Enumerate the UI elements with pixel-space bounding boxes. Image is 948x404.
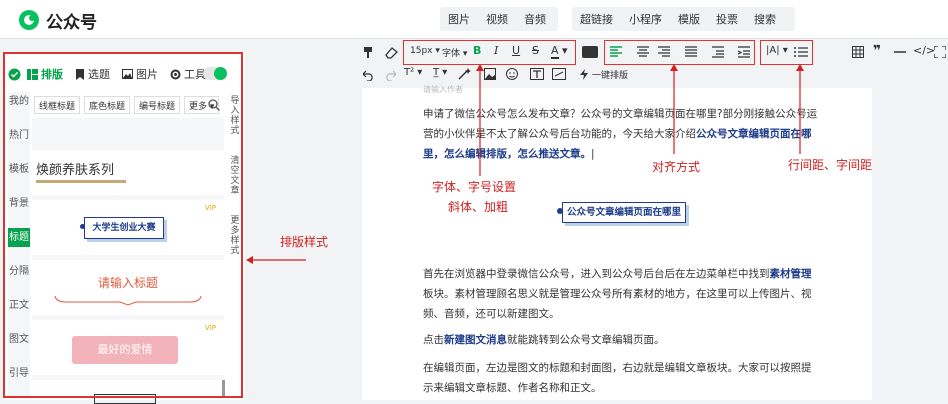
text-background-icon[interactable] — [582, 46, 598, 58]
nav-miniprogram[interactable]: 小程序 — [621, 11, 670, 27]
annotation-font: 字体、字号设置 — [432, 180, 517, 194]
annotation-spacing: 行间距、字间距 — [788, 158, 873, 172]
align-arrow — [670, 64, 678, 154]
annotation-layout: 排版样式 — [280, 235, 329, 249]
text-box-icon[interactable] — [530, 68, 544, 80]
highlight-box-panel — [3, 52, 243, 398]
editor-heading-box[interactable]: 公众号文章编辑页面在哪里 — [562, 202, 686, 223]
divider-icon[interactable] — [894, 50, 906, 54]
subscript-button[interactable]: T̲ ▾ — [433, 67, 447, 78]
nav-vote[interactable]: 投票 — [708, 11, 746, 27]
quote-icon[interactable]: ❞ — [873, 43, 881, 59]
annotation-align: 对齐方式 — [652, 160, 701, 174]
font-color-button[interactable]: A ▾ — [551, 44, 568, 59]
undo-icon[interactable] — [363, 69, 375, 81]
line-height-icon[interactable] — [794, 46, 808, 58]
emoji-icon[interactable] — [506, 68, 518, 80]
insert-link-icon[interactable] — [552, 68, 566, 80]
underline-button[interactable]: U — [512, 44, 520, 57]
font-family-value: 字体 — [442, 49, 461, 59]
code-icon[interactable]: </> — [913, 44, 935, 57]
para4-text: 在编辑页面，左边是图文的标题和封面图，右边就是编辑文章板块。大家可以按照提示来编… — [423, 362, 812, 394]
layout-arrow — [246, 256, 306, 264]
italic-button[interactable]: I — [494, 44, 498, 57]
font-family-select[interactable]: 字体 ▾ — [442, 46, 467, 59]
nav-search[interactable]: 搜索 — [746, 11, 784, 27]
font-arrow — [476, 64, 484, 176]
heading-dot — [557, 208, 563, 214]
one-key-layout-button[interactable]: 一键排版 — [592, 68, 628, 81]
logo-icon — [19, 10, 39, 30]
editor-paragraph-4[interactable]: 在编辑页面，左边是图文的标题和封面图，右边就是编辑文章板块。大家可以按照提示来编… — [423, 358, 818, 398]
align-left-icon[interactable] — [610, 46, 622, 58]
insert-nav: 超链接 小程序 模版 投票 搜索 — [572, 7, 795, 31]
editor-paragraph-3[interactable]: 点击新建图文消息就能跳转到公众号文章编辑页面。 — [423, 330, 818, 350]
para2-text: 首先在浏览器中登录微信公众号，进入到公众号后台后在左边菜单栏中找到 — [423, 268, 770, 280]
logo-text: 公众号 — [46, 13, 97, 33]
author-field[interactable]: 请输入作者 — [423, 84, 463, 95]
align-justify-icon[interactable] — [685, 46, 697, 58]
spacing-arrow — [796, 64, 804, 154]
table-icon[interactable] — [852, 46, 864, 58]
editor-paragraph-2[interactable]: 首先在浏览器中登录微信公众号，进入到公众号后台后在左边菜单栏中找到素材管理板块。… — [423, 264, 818, 324]
para2-rest: 板块。素材管理顾名思义就是管理公众号所有素材的地方，在这里可以上传图片、视频、音… — [423, 288, 812, 320]
font-size-value: 15px — [410, 46, 433, 56]
indent-icon[interactable] — [712, 46, 724, 58]
lightning-icon[interactable] — [579, 69, 589, 80]
outdent-icon[interactable] — [738, 46, 750, 58]
para3-bold: 新建图文消息 — [444, 334, 507, 346]
para3-rest: 就能跳转到公众号文章编辑页面。 — [507, 334, 665, 346]
fullscreen-icon[interactable] — [934, 46, 946, 58]
redo-icon[interactable] — [384, 69, 396, 81]
nav-image[interactable]: 图片 — [440, 11, 478, 27]
strikethrough-button[interactable]: S — [532, 44, 539, 57]
nav-link[interactable]: 超链接 — [572, 11, 621, 27]
font-size-select[interactable]: 15px ▾ — [410, 46, 440, 56]
para2-bold: 素材管理 — [769, 268, 812, 280]
format-brush-icon[interactable] — [362, 46, 375, 59]
align-center-icon[interactable] — [637, 46, 649, 58]
bold-button[interactable]: B — [473, 44, 481, 57]
superscript-button[interactable]: T² ▾ — [404, 67, 422, 78]
para3-text: 点击 — [423, 334, 444, 346]
nav-video[interactable]: 视频 — [478, 11, 516, 27]
annotation-italic: 斜体、加粗 — [448, 200, 509, 214]
letter-spacing-button[interactable]: |A| ▾ — [766, 45, 788, 56]
eraser-icon[interactable] — [385, 46, 398, 59]
nav-template[interactable]: 模版 — [670, 11, 708, 27]
media-nav: 图片 视频 音频 — [440, 7, 558, 31]
align-right-icon[interactable] — [658, 46, 670, 58]
nav-audio[interactable]: 音频 — [516, 11, 554, 27]
